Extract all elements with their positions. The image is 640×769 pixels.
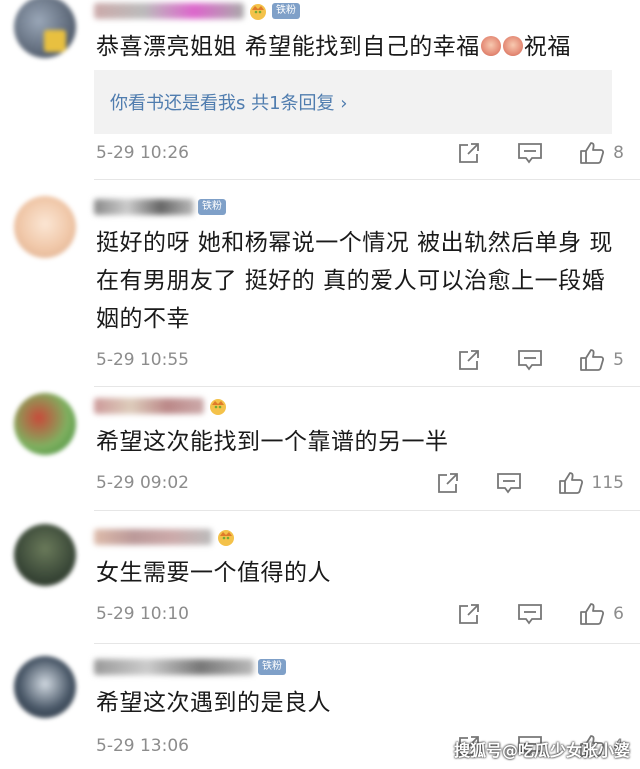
like-count: 6 — [613, 604, 624, 624]
like-icon — [580, 142, 605, 164]
comment-item: 希望这次能找到一个靠谱的另一半 5-29 09:02 115 — [0, 387, 640, 511]
reply-summary-link[interactable]: 你看书还是看我s 共1条回复 › — [110, 89, 347, 115]
share-icon — [459, 604, 480, 624]
like-button[interactable]: 6 — [579, 602, 624, 626]
comment-time: 5-29 13:06 — [96, 736, 189, 756]
like-button[interactable]: 115 — [558, 471, 624, 495]
comment-time: 5-29 10:55 — [96, 350, 189, 370]
comment-text-suffix: 祝福 — [523, 34, 571, 60]
comment-meta: 5-29 09:02 115 — [96, 469, 624, 497]
comment-icon — [518, 350, 543, 371]
comment-item: 铁粉 挺好的呀 她和杨幂说一个情况 被出轨然后单身 现在有男朋友了 挺好的 真的… — [0, 180, 640, 387]
crown-badge-icon — [248, 2, 268, 20]
avatar[interactable] — [14, 656, 76, 718]
avatar[interactable] — [14, 393, 76, 455]
username-row[interactable] — [94, 526, 236, 548]
comment-time: 5-29 09:02 — [96, 473, 189, 493]
username-blurred — [94, 659, 254, 675]
comment-icon — [518, 604, 543, 625]
avatar[interactable] — [14, 524, 76, 586]
like-icon — [580, 603, 605, 625]
username-blurred — [94, 3, 244, 19]
comment-item: 铁粉 恭喜漂亮姐姐 希望能找到自己的幸福 祝福 你看书还是看我s 共1条回复 › … — [0, 0, 640, 180]
username-blurred — [94, 199, 194, 215]
like-button[interactable]: 8 — [579, 141, 624, 165]
share-icon — [437, 473, 458, 493]
fan-badge: 铁粉 — [272, 3, 300, 19]
fan-badge: 铁粉 — [198, 199, 226, 215]
username-row[interactable]: 铁粉 — [94, 0, 300, 22]
like-count: 8 — [613, 143, 624, 163]
crown-badge-icon — [208, 397, 228, 415]
comment-meta: 5-29 10:26 8 — [96, 139, 624, 167]
like-icon — [580, 349, 605, 371]
username-row[interactable]: 铁粉 — [94, 656, 286, 678]
username-row[interactable]: 铁粉 — [94, 196, 226, 218]
emoji-icon — [502, 36, 523, 56]
fan-badge: 铁粉 — [258, 659, 286, 675]
comment-text: 希望这次遇到的是良人 — [96, 690, 331, 716]
share-button[interactable] — [457, 142, 481, 164]
divider — [94, 643, 640, 644]
comment-actions: 5 — [421, 346, 624, 374]
username-row[interactable] — [94, 395, 228, 417]
comment-icon — [496, 473, 521, 494]
comment-meta: 5-29 10:10 6 — [96, 600, 624, 628]
like-count: 115 — [591, 473, 624, 493]
share-button[interactable] — [436, 472, 460, 494]
emoji-icon — [480, 36, 501, 56]
reply-button[interactable] — [496, 472, 522, 494]
username-blurred — [94, 398, 204, 414]
comment-text: 挺好的呀 她和杨幂说一个情况 被出轨然后单身 现在有男朋友了 挺好的 真的爱人可… — [96, 230, 613, 332]
comment-text: 女生需要一个值得的人 — [96, 560, 331, 586]
divider — [94, 510, 640, 511]
comment-actions: 115 — [400, 469, 624, 497]
avatar[interactable] — [14, 0, 76, 58]
share-button[interactable] — [457, 349, 481, 371]
crown-badge-icon — [216, 528, 236, 546]
comment-time: 5-29 10:10 — [96, 604, 189, 624]
comment-text: 恭喜漂亮姐姐 希望能找到自己的幸福 祝福 — [96, 28, 616, 66]
share-icon — [459, 350, 480, 370]
share-icon — [459, 143, 480, 163]
username-blurred — [94, 529, 212, 545]
comment-actions: 8 — [421, 139, 624, 167]
reply-button[interactable] — [517, 142, 543, 164]
watermark: 搜狐号@吃瓜少女张小婆 — [453, 741, 630, 760]
share-button[interactable] — [457, 603, 481, 625]
reply-summary-box[interactable]: 你看书还是看我s 共1条回复 › — [94, 70, 612, 134]
reply-button[interactable] — [517, 349, 543, 371]
comment-text: 希望这次能找到一个靠谱的另一半 — [96, 429, 449, 455]
comment-list: 铁粉 恭喜漂亮姐姐 希望能找到自己的幸福 祝福 你看书还是看我s 共1条回复 › … — [0, 0, 640, 769]
comment-item: 女生需要一个值得的人 5-29 10:10 6 — [0, 518, 640, 644]
reply-button[interactable] — [517, 603, 543, 625]
like-icon — [558, 472, 583, 494]
avatar[interactable] — [14, 196, 76, 258]
like-count: 5 — [613, 350, 624, 370]
like-button[interactable]: 5 — [579, 348, 624, 372]
comment-icon — [518, 143, 543, 164]
comment-text-body: 恭喜漂亮姐姐 希望能找到自己的幸福 — [96, 34, 480, 60]
comment-meta: 5-29 10:55 5 — [96, 346, 624, 374]
comment-actions: 6 — [421, 600, 624, 628]
comment-time: 5-29 10:26 — [96, 143, 189, 163]
